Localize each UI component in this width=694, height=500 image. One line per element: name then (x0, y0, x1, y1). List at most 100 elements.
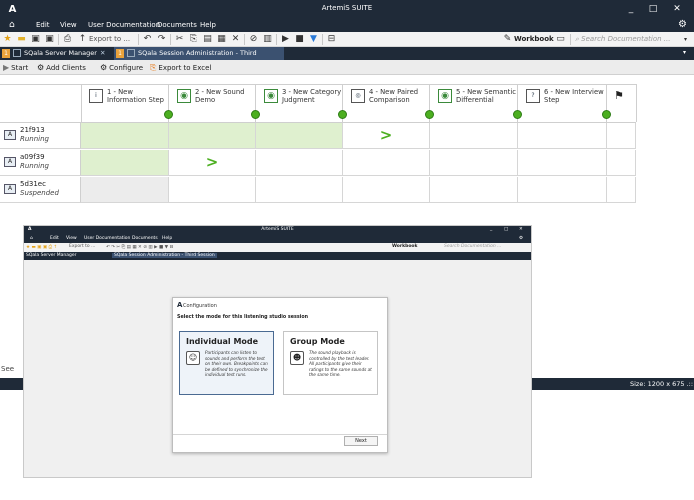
progress-cell (430, 177, 518, 203)
progress-cell: > (343, 123, 430, 149)
play-icon: ▶ (3, 63, 10, 72)
client-monitor-icon: A (4, 184, 16, 194)
step-header-6[interactable]: ? 6 - New Interview Step (518, 84, 607, 122)
inner-gear-icon[interactable]: ⚙ (519, 236, 523, 241)
inner-star-icon[interactable]: ★ ▬ ▣ ▣ ⎙ ↑ (26, 244, 57, 250)
tab-session-administration[interactable]: 1SQala Session Administration - Third Se… (114, 47, 284, 70)
inner-menu-help[interactable]: Help (162, 236, 172, 241)
progress-cell (81, 123, 169, 149)
undo-icon[interactable]: ↶ (142, 34, 153, 45)
client-state: Running (20, 162, 49, 170)
inner-close-button[interactable]: ✕ (519, 227, 523, 232)
tab-badge: 1 (2, 48, 10, 58)
workbook-dropdown[interactable]: Workbook (514, 35, 554, 43)
export-to-button[interactable]: Export to ... (89, 35, 130, 43)
delete-icon[interactable]: ✕ (230, 34, 241, 45)
close-tab-icon[interactable]: ✕ (100, 49, 105, 57)
inner-menu-bar: ⌂ Edit View User Documentation Documents… (24, 235, 531, 243)
step-header-4[interactable]: ◎ 4 - New Paired Comparison (343, 84, 430, 122)
add-clients-button[interactable]: ⚙ Add Clients (37, 62, 86, 74)
menu-help[interactable]: Help (200, 21, 216, 29)
window-layout-icon[interactable]: ▭ (555, 34, 566, 45)
step-connector-dot (513, 110, 522, 119)
inner-menu-documents[interactable]: Documents (132, 236, 158, 241)
menu-user-documentation[interactable]: User Documentation (88, 21, 160, 29)
progress-cell (81, 177, 169, 203)
progress-cell (256, 150, 343, 176)
paste-special-icon[interactable]: ▦ (216, 34, 227, 45)
gear-icon[interactable]: ⚙ (678, 19, 687, 30)
inner-menu-edit[interactable]: Edit (50, 236, 59, 241)
copy-icon[interactable]: ⎘ (188, 34, 199, 45)
inner-workbook-dropdown[interactable]: Workbook (392, 244, 418, 249)
individual-mode-option[interactable]: Individual Mode ☺ Participants can liste… (179, 331, 274, 395)
inner-tab-session-administration[interactable]: SQala Session Administration - Third Ses… (112, 253, 217, 258)
list-icon[interactable]: ▥ (262, 34, 273, 45)
favorite-star-icon[interactable]: ★ (2, 34, 13, 45)
step-header-3[interactable]: ◉ 3 - New Category Judgment (256, 84, 343, 122)
category-icon: ◉ (264, 89, 278, 103)
save-icon[interactable]: ▣ (30, 34, 41, 45)
mode-description: Participants can listen to sounds and pe… (205, 350, 268, 377)
stop-icon[interactable]: ■ (294, 34, 305, 45)
session-icon (127, 49, 135, 57)
dialog-title: Configuration (183, 303, 217, 309)
inner-menu-view[interactable]: View (66, 236, 77, 241)
progress-cell (256, 123, 343, 149)
minimize-button[interactable]: _ (621, 2, 641, 16)
inner-search-input[interactable]: Search Documentation ... (444, 244, 501, 249)
info-step-icon: i (89, 89, 103, 103)
start-label: Start (11, 64, 29, 72)
paste-icon[interactable]: ▤ (202, 34, 213, 45)
start-button[interactable]: ▶ Start (3, 62, 28, 74)
configure-button[interactable]: ⚙ Configure (100, 62, 143, 74)
menu-bar: ⌂ Edit View User Documentation Documents… (0, 19, 694, 32)
client-row-label[interactable]: A a09f39 Running (0, 150, 81, 176)
stop-calc-icon[interactable]: ⊘ (248, 34, 259, 45)
step-label: 2 - New Sound Demo (195, 88, 245, 104)
server-list-icon (13, 49, 21, 57)
inner-maximize-button[interactable]: □ (504, 227, 508, 232)
title-bar: A ArtemiS SUITE _ □ ✕ (0, 0, 694, 19)
cut-icon[interactable]: ✂ (174, 34, 185, 45)
redo-icon[interactable]: ↷ (156, 34, 167, 45)
search-dropdown-icon[interactable]: ▾ (680, 34, 691, 45)
tab-list-dropdown-icon[interactable]: ▾ (683, 49, 686, 56)
tab-server-manager[interactable]: 1 SQala Server Manager ✕ (0, 47, 112, 60)
inner-minimize-button[interactable]: _ (490, 227, 492, 232)
progress-cell (256, 177, 343, 203)
client-row-label[interactable]: A 5d31ec Suspended (0, 177, 81, 203)
filter-icon[interactable]: ▼ (308, 34, 319, 45)
export-excel-button[interactable]: ⎘ Export to Excel (150, 62, 211, 74)
play-icon[interactable]: ▶ (280, 34, 291, 45)
menu-documents[interactable]: Documents (157, 21, 197, 29)
export-icon[interactable]: ↑ (77, 34, 88, 45)
home-icon[interactable]: ⌂ (9, 20, 15, 30)
inner-window-title: ArtemiS SUITE (261, 227, 294, 232)
group-mode-option[interactable]: Group Mode ☻ The sound playback is contr… (283, 331, 378, 395)
next-button[interactable]: Next (344, 436, 378, 446)
print-icon[interactable]: ⎙ (62, 34, 73, 45)
step-header-2[interactable]: ◉ 2 - New Sound Demo (169, 84, 256, 122)
inner-tab-server-manager[interactable]: SQala Server Manager (26, 253, 77, 258)
menu-edit[interactable]: Edit (36, 21, 50, 29)
client-name: 21f913 (20, 126, 45, 134)
client-row-label[interactable]: A 21f913 Running (0, 123, 81, 149)
maximize-button[interactable]: □ (643, 2, 663, 16)
step-label: 6 - New Interview Step (544, 88, 604, 104)
menu-view[interactable]: View (60, 21, 77, 29)
inner-edit-icons[interactable]: ↶ ↷ ✂ ⎘ ▤ ▦ ✕ ⊘ ▥ ▶ ■ ▼ ⊟ (106, 244, 173, 250)
step-connector-dot (425, 110, 434, 119)
progress-cell (518, 123, 607, 149)
step-header-1[interactable]: i 1 - New Information Step (81, 84, 169, 122)
inner-export-button[interactable]: Export to ... (69, 244, 95, 249)
step-header-5[interactable]: ◉ 5 - New Semantic Differential (430, 84, 518, 122)
open-folder-icon[interactable]: ▬ (16, 34, 27, 45)
inner-home-icon[interactable]: ⌂ (30, 236, 33, 241)
current-step-chevron-icon: > (379, 126, 393, 144)
inner-menu-user-documentation[interactable]: User Documentation (84, 236, 130, 241)
layout-icon[interactable]: ⊟ (326, 34, 337, 45)
search-documentation-input[interactable]: ⌕ Search Documentation ... (575, 34, 683, 45)
close-button[interactable]: ✕ (667, 2, 687, 16)
save-all-icon[interactable]: ▣ (44, 34, 55, 45)
